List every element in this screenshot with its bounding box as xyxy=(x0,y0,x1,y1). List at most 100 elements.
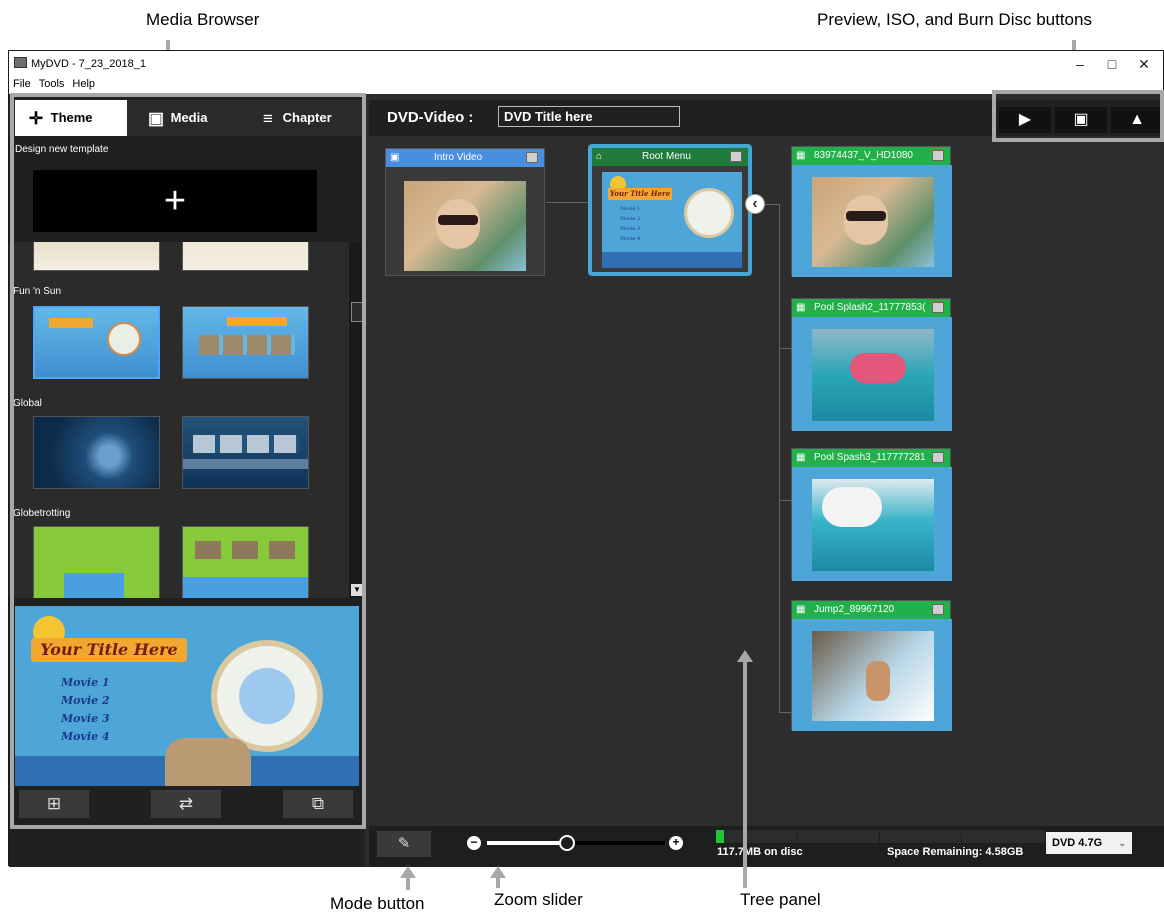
clip-frame xyxy=(812,479,934,571)
root-menu-photo-frame xyxy=(684,188,734,238)
media-browser-highlight xyxy=(10,93,366,829)
title-bar: MyDVD - 7_23_2018_1 – □ ✕ xyxy=(9,51,1163,78)
title-node-header: ▦ 83974437_V_HD1080 xyxy=(792,147,950,165)
mode-button-callout: Mode button xyxy=(330,894,425,913)
node-menu-icon[interactable] xyxy=(730,151,742,162)
clip-frame xyxy=(812,329,934,421)
title-node-header: ▦ Pool Splash2_11777853( xyxy=(792,299,950,317)
capacity-segment xyxy=(880,830,962,843)
buttons-highlight xyxy=(992,90,1164,142)
title-node-header: ▦ Jump2_89967120 xyxy=(792,601,950,619)
film-icon: ▦ xyxy=(796,302,806,313)
menu-help[interactable]: Help xyxy=(72,78,95,90)
node-menu-icon[interactable] xyxy=(932,452,944,463)
swan-float-shape xyxy=(822,487,882,527)
tree-connector xyxy=(546,202,588,203)
title-node-label: Jump2_89967120 xyxy=(814,604,895,615)
disc-used-text: 117.7MB on disc xyxy=(717,846,803,858)
root-menu-title: Your Title Here xyxy=(608,188,672,200)
zoom-slider-arrowhead xyxy=(490,866,506,878)
minimize-button[interactable]: – xyxy=(1065,54,1095,74)
root-menu-movie-2: Movie 2 xyxy=(620,216,641,222)
intro-video-thumbnail xyxy=(404,181,526,271)
edit-icon: ✎ xyxy=(397,835,411,852)
root-menu-label: Root Menu xyxy=(642,151,691,162)
dvd-title-input[interactable]: DVD Title here xyxy=(498,106,680,127)
sunglasses-shape xyxy=(438,215,478,225)
zoom-slider[interactable] xyxy=(487,835,665,851)
preview-iso-burn-callout: Preview, ISO, and Burn Disc buttons xyxy=(817,10,1092,29)
tree-connector xyxy=(779,500,791,501)
root-menu-header: ⌂ Root Menu xyxy=(592,148,748,166)
title-node-thumbnail xyxy=(792,619,952,731)
intro-video-node[interactable]: ▣ Intro Video xyxy=(385,148,545,276)
root-menu-node[interactable]: ⌂ Root Menu Your Title Here Movie 1 Movi… xyxy=(588,144,752,276)
node-menu-icon[interactable] xyxy=(932,150,944,161)
disc-capacity-bar xyxy=(716,830,1046,843)
node-menu-icon[interactable] xyxy=(932,604,944,615)
root-menu-movie-4: Movie 4 xyxy=(620,236,641,242)
mode-button-arrow xyxy=(406,878,410,890)
tree-panel-callout: Tree panel xyxy=(740,890,821,909)
app-icon xyxy=(14,57,27,68)
media-browser-callout: Media Browser xyxy=(146,10,260,29)
menu-bar: File Tools Help xyxy=(9,78,1163,94)
title-node[interactable]: ▦ Pool Splash2_11777853( xyxy=(791,298,952,431)
disc-type-select[interactable]: DVD 4.7G ⌄ xyxy=(1046,832,1132,854)
root-menu-movie-3: Movie 3 xyxy=(620,226,641,232)
menu-file[interactable]: File xyxy=(13,78,31,90)
mode-button[interactable]: ✎ xyxy=(377,831,431,857)
maximize-button[interactable]: □ xyxy=(1097,54,1127,74)
capacity-segment xyxy=(962,830,1046,843)
title-node-header: ▦ Pool Spash3_117777281 xyxy=(792,449,950,467)
zoom-in-icon[interactable]: + xyxy=(669,836,683,850)
root-menu-water xyxy=(602,252,742,268)
tree-connector xyxy=(779,712,791,713)
capacity-segment xyxy=(716,830,798,843)
root-menu-thumbnail: Your Title Here Movie 1 Movie 2 Movie 3 … xyxy=(602,172,742,268)
home-icon: ⌂ xyxy=(596,151,603,162)
tree-connector xyxy=(765,204,779,205)
intro-video-header: ▣ Intro Video xyxy=(386,149,544,167)
video-icon: ▣ xyxy=(390,152,400,163)
capacity-used-fill xyxy=(716,830,725,843)
dvd-video-label: DVD-Video : xyxy=(387,109,474,126)
clip-frame xyxy=(812,631,934,721)
tree-panel: ▣ Intro Video ⌂ Root Menu Your Title Her… xyxy=(369,136,1164,826)
node-menu-icon[interactable] xyxy=(526,152,538,163)
node-menu-icon[interactable] xyxy=(932,302,944,313)
title-node-thumbnail xyxy=(792,317,952,431)
title-node-label: Pool Splash2_11777853( xyxy=(814,302,926,313)
collapse-icon[interactable]: ‹ xyxy=(745,194,765,214)
tree-connector xyxy=(779,204,780,712)
sunglasses-shape xyxy=(846,211,886,221)
title-node-thumbnail xyxy=(792,467,952,581)
zoom-slider-handle[interactable] xyxy=(559,835,576,851)
zoom-slider-callout: Zoom slider xyxy=(494,890,583,909)
zoom-slider-fill xyxy=(487,841,568,845)
film-icon: ▦ xyxy=(796,150,806,161)
title-node[interactable]: ▦ 83974437_V_HD1080 xyxy=(791,146,952,277)
close-button[interactable]: ✕ xyxy=(1129,54,1159,74)
zoom-slider-arrow xyxy=(496,878,500,888)
mode-button-arrowhead xyxy=(400,866,416,878)
film-icon: ▦ xyxy=(796,452,806,463)
title-node[interactable]: ▦ Pool Spash3_117777281 xyxy=(791,448,952,581)
disc-type-value: DVD 4.7G xyxy=(1052,837,1103,849)
space-remaining-text: Space Remaining: 4.58GB xyxy=(887,846,1024,858)
title-node-label: Pool Spash3_117777281 xyxy=(814,452,926,463)
tree-panel-arrow xyxy=(743,662,747,888)
tree-panel-arrowhead xyxy=(737,650,753,662)
menu-tools[interactable]: Tools xyxy=(39,78,65,90)
status-bar: ✎ − + 117.7MB on disc Space Remaining: 4… xyxy=(369,826,1164,867)
root-menu-movie-1: Movie 1 xyxy=(620,206,641,212)
clip-frame xyxy=(812,177,934,267)
title-node-label: 83974437_V_HD1080 xyxy=(814,150,913,161)
film-icon: ▦ xyxy=(796,604,806,615)
chevron-down-icon: ⌄ xyxy=(1118,838,1126,848)
capacity-segment xyxy=(798,830,880,843)
title-node[interactable]: ▦ Jump2_89967120 xyxy=(791,600,952,731)
tree-connector xyxy=(779,348,791,349)
float-shape xyxy=(850,353,906,383)
zoom-out-icon[interactable]: − xyxy=(467,836,481,850)
